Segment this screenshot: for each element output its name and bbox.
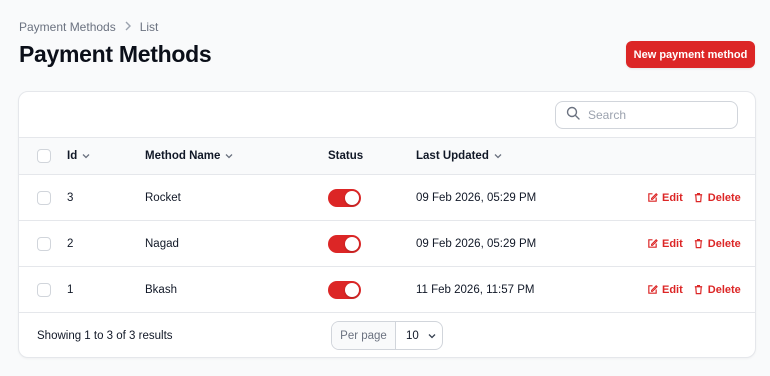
per-page-select[interactable]: Per page 10 [331,321,443,350]
search-box[interactable] [555,101,738,129]
row-checkbox[interactable] [37,190,51,205]
edit-label: Edit [662,191,683,204]
edit-button[interactable]: Edit [647,284,683,296]
column-header-id-label: Id [67,150,78,162]
new-payment-method-button[interactable]: New payment method [626,41,755,68]
column-header-last-updated-label: Last Updated [416,150,489,162]
trash-icon [694,193,702,203]
table-row: 1 Bkash 11 Feb 2026, 11:57 PM Edit Delet… [19,267,755,313]
delete-button[interactable]: Delete [693,192,741,204]
table-footer: Showing 1 to 3 of 3 results Per page 10 [19,313,755,357]
search-input[interactable] [588,108,728,122]
chevron-down-icon [82,154,90,159]
column-header-method-name-label: Method Name [145,150,221,162]
breadcrumb-list: List [139,20,159,34]
row-checkbox[interactable] [37,282,51,297]
row-checkbox[interactable] [37,236,51,251]
cell-id: 1 [67,283,74,296]
status-toggle[interactable] [328,188,361,207]
status-toggle[interactable] [328,234,361,253]
page-title: Payment Methods [19,41,212,67]
breadcrumb: Payment Methods List [19,20,158,34]
table-card: Id Method Name Status Last Updated 3 Roc… [18,91,756,358]
delete-label: Delete [707,237,741,250]
cell-last-updated: 09 Feb 2026, 05:29 PM [416,237,537,250]
edit-label: Edit [662,237,683,250]
chevron-down-icon [225,154,233,159]
edit-icon [648,239,658,248]
cell-method-name: Rocket [145,191,181,204]
cell-method-name: Nagad [145,237,179,250]
column-header-status-label: Status [328,150,364,162]
table-row: 2 Nagad 09 Feb 2026, 05:29 PM Edit Delet… [19,221,755,267]
table-header: Id Method Name Status Last Updated [19,137,755,175]
per-page-value: 10 [406,329,419,342]
column-header-last-updated[interactable]: Last Updated [416,138,503,174]
breadcrumb-payment-methods[interactable]: Payment Methods [19,20,116,34]
edit-label: Edit [662,283,683,296]
edit-button[interactable]: Edit [647,238,683,250]
chevron-down-icon [494,154,502,159]
delete-button[interactable]: Delete [693,238,741,250]
trash-icon [694,285,702,295]
cell-method-name: Bkash [145,283,177,296]
chevron-right-icon [124,21,132,34]
delete-button[interactable]: Delete [693,284,741,296]
column-header-id[interactable]: Id [67,138,91,174]
cell-id: 3 [67,191,74,204]
cell-last-updated: 11 Feb 2026, 11:57 PM [416,283,535,296]
cell-id: 2 [67,237,74,250]
per-page-label: Per page [332,322,396,349]
cell-last-updated: 09 Feb 2026, 05:29 PM [416,191,537,204]
column-header-status: Status [328,138,363,174]
select-all-checkbox[interactable] [37,149,51,163]
search-icon [566,106,580,125]
table-row: 3 Rocket 09 Feb 2026, 05:29 PM Edit Dele… [19,175,755,221]
edit-button[interactable]: Edit [647,192,683,204]
column-header-method-name[interactable]: Method Name [145,138,234,174]
delete-label: Delete [707,191,741,204]
pagination-summary: Showing 1 to 3 of 3 results [37,330,173,342]
trash-icon [694,239,702,249]
status-toggle[interactable] [328,280,361,299]
chevron-down-icon [428,333,436,338]
edit-icon [648,193,658,202]
delete-label: Delete [707,283,741,296]
edit-icon [648,285,658,294]
